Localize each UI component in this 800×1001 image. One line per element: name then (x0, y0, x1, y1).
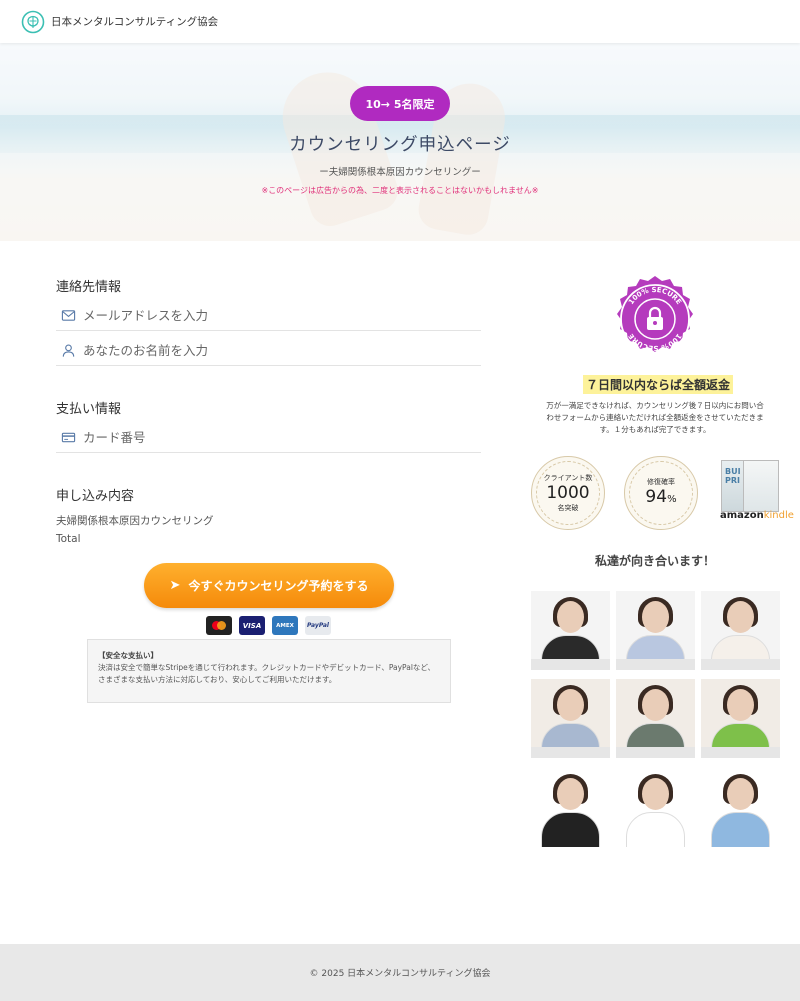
team-member-photo (531, 679, 610, 758)
secure-payment-title: 【安全な支払い】 (98, 651, 158, 660)
order-section-title: 申し込み内容 (56, 489, 135, 504)
name-input[interactable] (83, 343, 463, 358)
team-title: 私達が向き合います！ (594, 554, 715, 568)
refund-title: ７日間以内ならば全額返金 (583, 375, 734, 394)
site-header: 日本メンタルコンサルティング協会 (0, 0, 800, 43)
secure-payment-text: 決済は安全で簡単なStripeを通じて行われます。クレジットカードやデビットカー… (98, 663, 436, 684)
cta-label: 今すぐカウンセリング予約をする (188, 579, 369, 593)
card-number-input[interactable] (83, 430, 463, 445)
page-subtitle: ー夫婦関係根本原因カウンセリングー (319, 167, 481, 178)
visa-icon: VISA (239, 616, 265, 635)
user-icon (62, 344, 75, 357)
amex-icon: AMEX (272, 616, 298, 635)
repair-rate-badge: 修復確率 94% (624, 456, 698, 530)
order-total-label: Total (56, 533, 81, 545)
amazon-kindle-logo: amazonkindle (720, 510, 794, 521)
team-member-photo (531, 591, 610, 670)
order-item: 夫婦関係根本原因カウンセリング (56, 515, 214, 527)
copyright-text: © 2025 日本メンタルコンサルティング協会 (309, 969, 491, 979)
mastercard-icon (206, 616, 232, 635)
card-field-row (56, 423, 481, 453)
mail-icon (61, 310, 76, 321)
team-member-photo (616, 679, 695, 758)
team-member-photo (616, 768, 695, 847)
name-field-row (56, 336, 481, 366)
stat-value: 94% (645, 486, 677, 507)
stat-value: 1000 (546, 483, 590, 503)
paypal-icon: PayPal (305, 616, 331, 635)
contact-section-title: 連絡先情報 (56, 280, 122, 295)
team-member-photo (701, 591, 780, 670)
payment-section-title: 支払い情報 (56, 402, 122, 417)
client-count-badge: クライアント数 1000 名突破 (531, 456, 605, 530)
book-cover (743, 460, 779, 512)
email-field-row (56, 301, 481, 331)
team-member-photo (616, 591, 695, 670)
brand-name[interactable]: 日本メンタルコンサルティング協会 (51, 14, 218, 29)
team-member-photo (701, 768, 780, 847)
stat-sub: 名突破 (557, 504, 579, 512)
limited-badge: 10→ 5名限定 (350, 86, 450, 121)
refund-text: 万が一満足できなければ、カウンセリング後７日以内にお問い合わせフォームから連絡い… (546, 401, 764, 434)
team-member-photo (531, 768, 610, 847)
team-member-photo (701, 679, 780, 758)
ad-notice: ※このページは広告からの為、二度と表示されることはないかもしれません※ (261, 186, 539, 195)
payment-card-logos: VISA AMEX PayPal (206, 616, 331, 635)
book-cover: BUI PRI (721, 460, 745, 512)
brain-logo-icon[interactable] (21, 10, 45, 34)
kindle-book-image[interactable]: BUI PRI (721, 460, 779, 512)
secure-seal-icon: 100% SECURE 100% SECURE (617, 276, 693, 354)
email-input[interactable] (83, 308, 463, 323)
secure-payment-box: 【安全な支払い】 決済は安全で簡単なStripeを通じて行われます。クレジットカ… (87, 639, 451, 703)
arrow-right-icon: ➤ (169, 578, 181, 593)
page-title: カウンセリング申込ページ (289, 135, 511, 155)
stat-label: 修復確率 (647, 477, 675, 486)
stat-label: クライアント数 (543, 474, 593, 482)
credit-card-icon (61, 432, 76, 443)
book-counseling-button[interactable]: ➤ 今すぐカウンセリング予約をする (144, 563, 394, 608)
site-footer: © 2025 日本メンタルコンサルティング協会 (0, 944, 800, 1001)
